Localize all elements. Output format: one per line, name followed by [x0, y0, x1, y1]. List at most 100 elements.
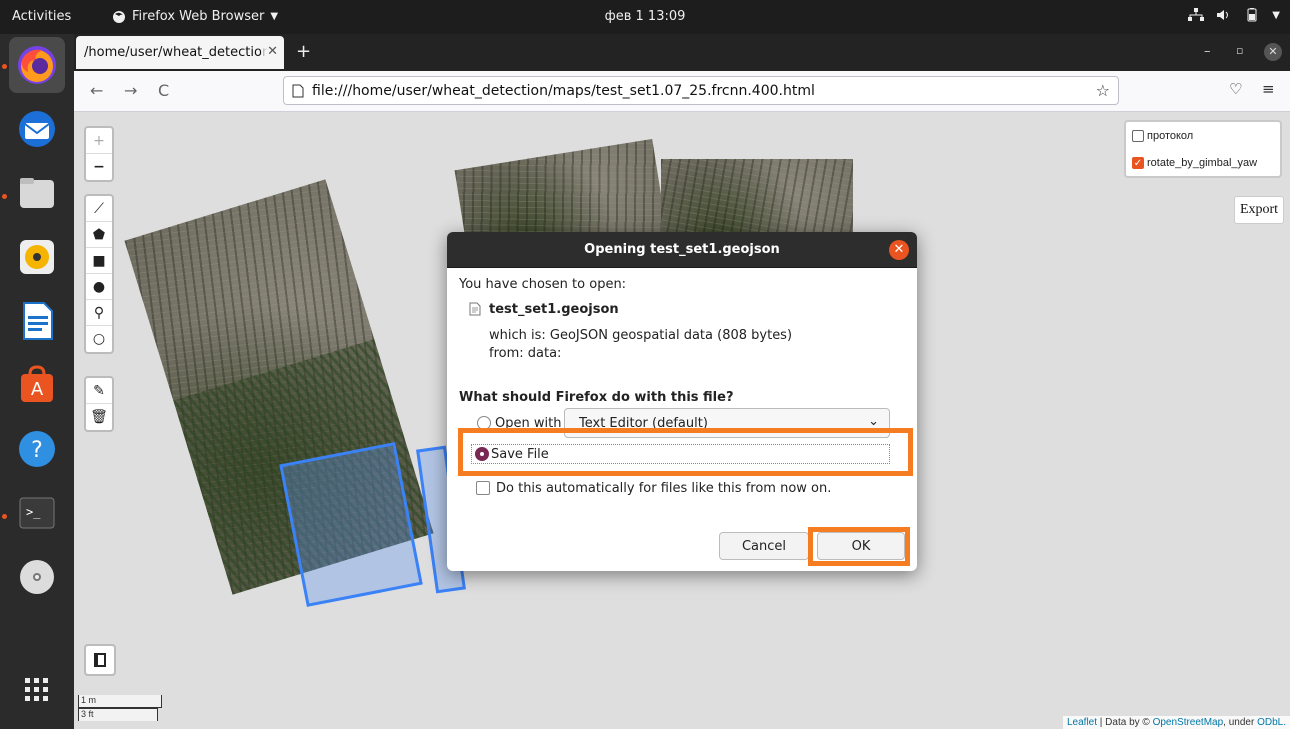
running-indicator	[2, 64, 7, 69]
layer-label: rotate_by_gimbal_yaw	[1147, 157, 1258, 169]
close-tab-icon[interactable]: ✕	[261, 44, 278, 59]
gnome-top-bar: Activities Firefox Web Browser ▼ фев 1 1…	[0, 0, 1290, 34]
chevron-down-icon: ⌄	[868, 414, 879, 429]
layer-toggle[interactable]: протокол	[1132, 130, 1193, 142]
file-type: which is: GeoJSON geospatial data (808 b…	[489, 328, 793, 343]
running-indicator	[2, 194, 7, 199]
reload-button[interactable]: C	[158, 81, 169, 100]
attribution-text: | Data by ©	[1097, 717, 1153, 728]
clock-label: фев 1 13:09	[604, 9, 686, 24]
back-button[interactable]: ←	[90, 81, 103, 100]
book-icon	[94, 653, 106, 667]
terminal-icon: >_	[19, 497, 55, 529]
zoom-in-button[interactable]: +	[86, 128, 112, 154]
dock-firefox[interactable]	[9, 37, 65, 93]
map-attribution: Leaflet | Data by © OpenStreetMap, under…	[1062, 716, 1290, 729]
zoom-control: + −	[84, 126, 114, 182]
dock-writer[interactable]	[9, 293, 65, 349]
app-grid-icon	[25, 678, 48, 701]
dialog-question: What should Firefox do with this file?	[459, 390, 734, 405]
auto-label: Do this automatically for files like thi…	[496, 481, 832, 496]
network-icon	[1188, 8, 1205, 21]
file-source: from: data:	[489, 346, 562, 361]
open-with-radio[interactable]	[477, 416, 491, 430]
bookmark-star-icon[interactable]: ☆	[1096, 81, 1110, 100]
rhythmbox-icon	[20, 240, 54, 274]
dock-app-grid[interactable]	[9, 662, 65, 718]
draw-polygon-icon[interactable]: ⬟	[86, 222, 112, 248]
running-indicator	[2, 514, 7, 519]
software-center-icon: A	[21, 365, 53, 402]
draw-rectangle-icon[interactable]: ■	[86, 248, 112, 274]
tab-active[interactable]: /home/user/wheat_detection ✕	[76, 36, 284, 69]
desktop: Activities Firefox Web Browser ▼ фев 1 1…	[0, 0, 1290, 729]
export-button[interactable]: Export	[1234, 196, 1284, 224]
draw-circlemarker-icon[interactable]: ○	[86, 326, 112, 352]
zoom-out-button[interactable]: −	[86, 154, 112, 180]
pocket-icon[interactable]: ♡	[1229, 80, 1242, 98]
ok-button[interactable]: OK	[817, 532, 905, 560]
dialog-title: Opening test_set1.geojson	[584, 242, 780, 257]
open-with-label: Open with	[495, 416, 562, 431]
tab-title: /home/user/wheat_detection	[84, 45, 271, 60]
dialog-header: Opening test_set1.geojson ✕	[447, 232, 917, 268]
forward-button[interactable]: →	[124, 81, 137, 100]
layers-control: протокол ✓ rotate_by_gimbal_yaw	[1124, 120, 1282, 178]
nav-toolbar: ← → C file:///home/user/wheat_detection/…	[74, 71, 1290, 112]
new-tab-button[interactable]: +	[296, 41, 311, 62]
layer-checkbox-checked[interactable]: ✓	[1132, 157, 1144, 169]
dock-terminal[interactable]: >_	[9, 485, 65, 541]
attribution-text: , under	[1223, 717, 1258, 728]
volume-icon	[1217, 10, 1229, 20]
scale-imperial: 3 ft	[78, 708, 158, 721]
dialog-intro: You have chosen to open:	[459, 277, 627, 292]
draw-marker-icon[interactable]: ⚲	[86, 300, 112, 326]
ubuntu-dock: A ? >_	[0, 34, 74, 729]
dock-rhythmbox[interactable]	[9, 229, 65, 285]
edit-toolbar: ✎ 🗑	[84, 376, 114, 432]
leaflet-link[interactable]: Leaflet	[1067, 717, 1097, 728]
system-tray[interactable]: ▼	[1188, 8, 1280, 22]
dock-thunderbird[interactable]	[9, 101, 65, 157]
activities-button[interactable]: Activities	[12, 9, 71, 24]
dock-software[interactable]: A	[9, 357, 65, 413]
edit-layers-icon[interactable]: ✎	[86, 378, 112, 404]
cancel-button[interactable]: Cancel	[719, 532, 809, 560]
draw-circle-icon[interactable]: ●	[86, 274, 112, 300]
svg-text:?: ?	[31, 438, 43, 463]
open-with-value: Text Editor (default)	[579, 416, 708, 431]
dock-files[interactable]	[9, 165, 65, 221]
draw-polyline-icon[interactable]: ⟋	[86, 196, 112, 222]
scale-metric: 1 m	[78, 695, 162, 708]
thunderbird-icon	[19, 111, 55, 147]
osm-link[interactable]: OpenStreetMap	[1153, 717, 1224, 728]
close-icon[interactable]: ✕	[889, 240, 909, 260]
delete-layers-icon[interactable]: 🗑	[86, 404, 112, 430]
close-window-button[interactable]: ✕	[1264, 43, 1282, 61]
chevron-down-icon: ▼	[270, 11, 279, 22]
file-icon	[469, 302, 481, 316]
open-file-dialog: Opening test_set1.geojson ✕ You have cho…	[447, 232, 917, 571]
menu-icon[interactable]: ≡	[1262, 80, 1275, 98]
minimize-button[interactable]: –	[1204, 44, 1211, 59]
url-text: file:///home/user/wheat_detection/maps/t…	[312, 83, 815, 99]
svg-text:>_: >_	[26, 505, 41, 519]
svg-text:A: A	[31, 379, 44, 400]
layer-checkbox[interactable]	[1132, 130, 1144, 142]
open-with-select[interactable]: Text Editor (default) ⌄	[564, 408, 890, 438]
firefox-icon	[18, 46, 56, 84]
save-file-label: Save File	[491, 447, 549, 462]
url-bar[interactable]: file:///home/user/wheat_detection/maps/t…	[283, 76, 1119, 105]
layer-toggle[interactable]: ✓ rotate_by_gimbal_yaw	[1132, 157, 1257, 169]
maximize-button[interactable]: ▫	[1236, 44, 1243, 57]
dock-help[interactable]: ?	[9, 421, 65, 477]
dock-dvd[interactable]	[9, 549, 65, 605]
battery-icon	[1247, 8, 1257, 22]
app-menu-label: Firefox Web Browser	[132, 9, 265, 24]
app-menu[interactable]: Firefox Web Browser ▼	[112, 9, 278, 24]
auto-checkbox[interactable]	[476, 481, 490, 495]
odbl-link[interactable]: ODbL.	[1257, 717, 1286, 728]
libreoffice-writer-icon	[23, 302, 53, 340]
sidebar-toggle-button[interactable]	[84, 644, 116, 676]
page-icon	[292, 84, 304, 98]
